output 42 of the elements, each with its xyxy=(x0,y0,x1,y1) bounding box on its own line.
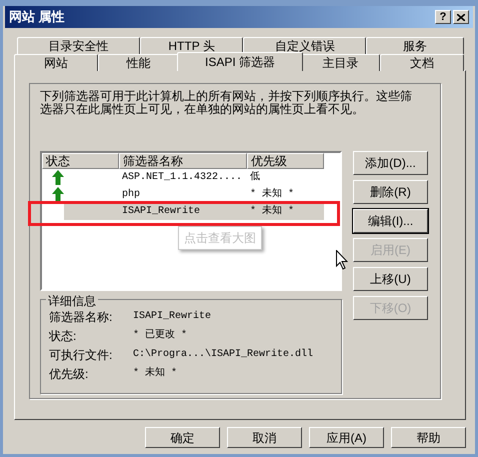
field-label: 状态: xyxy=(49,328,78,344)
tab[interactable]: 目录安全性 xyxy=(17,37,140,54)
help-button[interactable]: ? xyxy=(435,10,451,24)
filter-name-cell-text: ISAPI_Rewrite xyxy=(121,204,202,219)
column-header[interactable]: 状态 xyxy=(42,153,119,169)
field-value: * 已更改 * xyxy=(133,328,188,343)
column-header[interactable]: 筛选器名称 xyxy=(119,153,247,169)
field-value: ISAPI_Rewrite xyxy=(133,310,212,324)
side-button[interactable]: 添加(D)... xyxy=(353,151,428,175)
tab[interactable]: ISAPI 筛选器 xyxy=(177,52,303,71)
close-button[interactable] xyxy=(453,10,469,24)
priority-cell-text: * 未知 * xyxy=(249,186,296,202)
tab[interactable]: 主目录 xyxy=(300,54,380,71)
side-button[interactable]: 上移(U) xyxy=(353,267,428,291)
field-label: 筛选器名称: xyxy=(49,308,114,326)
close-icon xyxy=(457,14,465,20)
priority-cell-text: * 未知 * xyxy=(249,204,296,219)
tab[interactable]: 性能 xyxy=(98,54,180,71)
dialog-button[interactable]: 取消 xyxy=(227,427,302,448)
dialog-button[interactable]: 应用(A) xyxy=(309,427,384,448)
side-button[interactable]: 编辑(I)... xyxy=(353,209,428,233)
side-button[interactable]: 删除(R) xyxy=(353,180,428,204)
field-value: C:\Progra...\ISAPI_Rewrite.dll xyxy=(133,348,314,362)
tooltip: 点击查看大图 xyxy=(178,226,262,250)
window-title: 网站 属性 xyxy=(9,8,65,26)
tab[interactable]: 服务 xyxy=(366,37,464,54)
column-header[interactable]: 优先级 xyxy=(247,153,324,169)
filter-name-cell-text: ASP.NET_1.1.4322.... xyxy=(121,171,244,185)
group-title: 详细信息 xyxy=(46,292,98,310)
filter-name-cell-text: php xyxy=(121,188,142,202)
list-row[interactable]: ISAPI_Rewrite * 未知 * xyxy=(64,203,324,220)
priority-cell-text: 低 xyxy=(249,170,261,185)
tab[interactable]: 文档 xyxy=(380,54,464,71)
description-text: 下列筛选器可用于此计算机上的所有网站，并按下列顺序执行。这些筛选器只在此属性页上可见，在单独的网站的属性页上看不见。 xyxy=(40,90,413,116)
tab[interactable]: 网站 xyxy=(14,54,98,71)
tab[interactable]: HTTP 头 xyxy=(140,37,244,54)
dialog-button[interactable]: 帮助 xyxy=(391,427,466,448)
field-label: 优先级: xyxy=(49,366,90,382)
field-label: 可执行文件: xyxy=(49,346,114,364)
dialog-button[interactable]: 确定 xyxy=(145,427,220,448)
field-value: * 未知 * xyxy=(133,366,178,381)
tab[interactable]: 自定义错误 xyxy=(243,37,366,54)
